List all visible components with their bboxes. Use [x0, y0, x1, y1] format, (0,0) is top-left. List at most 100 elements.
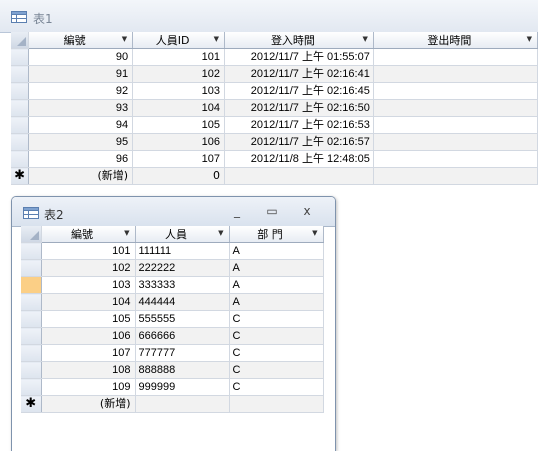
cell-department[interactable]: C	[229, 344, 324, 362]
column-header-id[interactable]: 編號 ▼	[41, 226, 136, 243]
cell-new-login-time[interactable]	[224, 167, 374, 185]
cell-department[interactable]: C	[229, 310, 324, 328]
cell-logout-time[interactable]	[373, 65, 538, 83]
cell-id[interactable]: 94	[28, 116, 134, 134]
dropdown-arrow-icon[interactable]: ▼	[218, 226, 223, 241]
cell-department[interactable]: A	[229, 293, 324, 311]
cell-person[interactable]: 111111	[135, 242, 230, 260]
cell-new-department[interactable]	[229, 395, 324, 413]
cell-id[interactable]: 96	[28, 150, 134, 168]
row-selector[interactable]	[11, 133, 30, 151]
cell-login-time[interactable]: 2012/11/7 上午 02:16:50	[224, 99, 374, 117]
cell-id[interactable]: 106	[41, 327, 136, 345]
column-header-person[interactable]: 人員 ▼	[135, 226, 230, 243]
row-selector[interactable]	[21, 327, 42, 345]
cell-department[interactable]: C	[229, 361, 324, 379]
cell-department[interactable]: A	[229, 242, 324, 260]
row-selector[interactable]	[21, 276, 42, 294]
cell-department[interactable]: A	[229, 276, 324, 294]
cell-person-id[interactable]: 107	[132, 150, 226, 168]
cell-person[interactable]: 333333	[135, 276, 230, 294]
cell-id[interactable]: 105	[41, 310, 136, 328]
cell-new-id[interactable]: (新增)	[28, 167, 134, 185]
cell-logout-time[interactable]	[373, 150, 538, 168]
maximize-button[interactable]: ▭	[258, 202, 286, 220]
cell-login-time[interactable]: 2012/11/8 上午 12:48:05	[224, 150, 374, 168]
cell-id[interactable]: 91	[28, 65, 134, 83]
cell-id[interactable]: 93	[28, 99, 134, 117]
cell-logout-time[interactable]	[373, 99, 538, 117]
cell-person-id[interactable]: 104	[132, 99, 226, 117]
dropdown-arrow-icon[interactable]: ▼	[527, 32, 532, 47]
cell-new-id[interactable]: (新增)	[41, 395, 136, 413]
dropdown-arrow-icon[interactable]: ▼	[122, 32, 127, 47]
cell-id[interactable]: 104	[41, 293, 136, 311]
asterisk-icon[interactable]: ✱	[11, 167, 30, 185]
cell-person[interactable]: 777777	[135, 344, 230, 362]
cell-person[interactable]: 666666	[135, 327, 230, 345]
cell-logout-time[interactable]	[373, 116, 538, 134]
dropdown-arrow-icon[interactable]: ▼	[124, 226, 129, 241]
cell-id[interactable]: 103	[41, 276, 136, 294]
cell-department[interactable]: C	[229, 378, 324, 396]
row-selector[interactable]	[21, 293, 42, 311]
asterisk-icon[interactable]: ✱	[21, 395, 42, 413]
cell-person-id[interactable]: 102	[132, 65, 226, 83]
row-selector[interactable]	[11, 99, 30, 117]
cell-new-person-id[interactable]: 0	[132, 167, 226, 185]
cell-id[interactable]: 90	[28, 48, 134, 66]
row-selector[interactable]	[11, 65, 30, 83]
cell-login-time[interactable]: 2012/11/7 上午 02:16:57	[224, 133, 374, 151]
cell-login-time[interactable]: 2012/11/7 上午 02:16:41	[224, 65, 374, 83]
cell-id[interactable]: 109	[41, 378, 136, 396]
cell-person-id[interactable]: 106	[132, 133, 226, 151]
row-selector[interactable]	[21, 259, 42, 277]
cell-new-logout-time[interactable]	[373, 167, 538, 185]
dropdown-arrow-icon[interactable]: ▼	[362, 32, 367, 47]
dropdown-arrow-icon[interactable]: ▼	[312, 226, 317, 241]
cell-id[interactable]: 101	[41, 242, 136, 260]
row-selector[interactable]	[11, 82, 30, 100]
minimize-button[interactable]: _	[223, 202, 251, 220]
row-selector[interactable]	[11, 150, 30, 168]
cell-person[interactable]: 888888	[135, 361, 230, 379]
cell-logout-time[interactable]	[373, 82, 538, 100]
cell-person-id[interactable]: 105	[132, 116, 226, 134]
cell-login-time[interactable]: 2012/11/7 上午 01:55:07	[224, 48, 374, 66]
column-header-id[interactable]: 編號 ▼	[28, 32, 134, 49]
column-header-login-time[interactable]: 登入時間 ▼	[224, 32, 374, 49]
column-header-person-id[interactable]: 人員ID ▼	[132, 32, 226, 49]
cell-department[interactable]: C	[229, 327, 324, 345]
row-selector[interactable]	[21, 361, 42, 379]
row-selector[interactable]	[21, 242, 42, 260]
dropdown-arrow-icon[interactable]: ▼	[214, 32, 219, 47]
cell-login-time[interactable]: 2012/11/7 上午 02:16:53	[224, 116, 374, 134]
row-selector[interactable]	[11, 48, 30, 66]
cell-id[interactable]: 92	[28, 82, 134, 100]
cell-id[interactable]: 107	[41, 344, 136, 362]
column-header-logout-time[interactable]: 登出時間 ▼	[373, 32, 538, 49]
cell-login-time[interactable]: 2012/11/7 上午 02:16:45	[224, 82, 374, 100]
table2-title-bar[interactable]: 表2 _ ▭ x	[12, 197, 335, 227]
cell-id[interactable]: 102	[41, 259, 136, 277]
cell-person-id[interactable]: 101	[132, 48, 226, 66]
cell-logout-time[interactable]	[373, 48, 538, 66]
cell-id[interactable]: 95	[28, 133, 134, 151]
cell-person[interactable]: 999999	[135, 378, 230, 396]
cell-logout-time[interactable]	[373, 133, 538, 151]
cell-person[interactable]: 222222	[135, 259, 230, 277]
close-button[interactable]: x	[293, 202, 321, 220]
row-selector[interactable]	[21, 310, 42, 328]
select-all-corner[interactable]	[11, 32, 30, 49]
cell-id[interactable]: 108	[41, 361, 136, 379]
row-selector[interactable]	[11, 116, 30, 134]
cell-new-person[interactable]	[135, 395, 230, 413]
cell-person-id[interactable]: 103	[132, 82, 226, 100]
select-all-corner[interactable]	[21, 226, 42, 243]
row-selector[interactable]	[21, 344, 42, 362]
column-header-department[interactable]: 部 門 ▼	[229, 226, 324, 243]
cell-department[interactable]: A	[229, 259, 324, 277]
table1-tab-title[interactable]: 表1	[33, 10, 53, 27]
row-selector[interactable]	[21, 378, 42, 396]
cell-person[interactable]: 444444	[135, 293, 230, 311]
